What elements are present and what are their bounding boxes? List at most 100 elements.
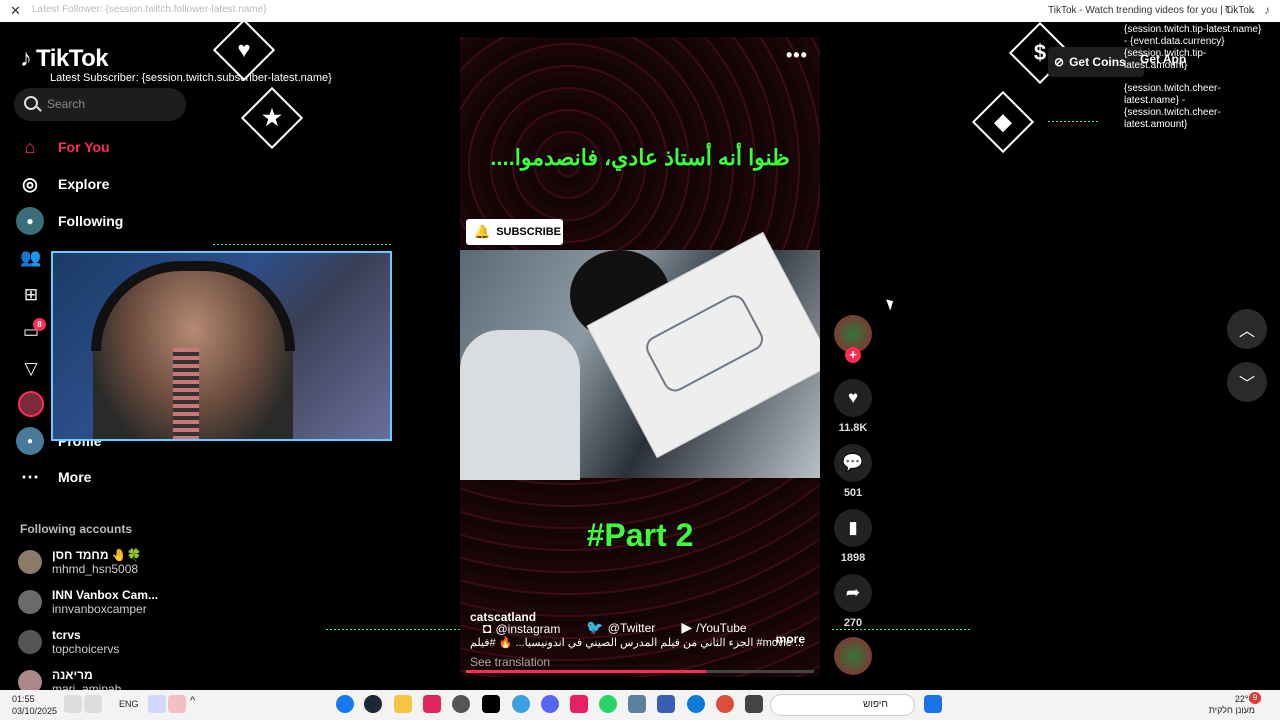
tiktok-taskbar-icon[interactable] xyxy=(482,695,500,713)
language-indicator[interactable]: ENG xyxy=(119,699,139,709)
live-avatar-icon[interactable] xyxy=(18,391,44,417)
taskbar-clock[interactable]: 01:55 03/10/2025 xyxy=(12,693,57,717)
account-name: INN Vanbox Cam... xyxy=(52,588,159,602)
video-player[interactable]: ظنوا أنه أستاذ عادي، فانصدموا.... #Part … xyxy=(460,37,820,677)
nav-for-you[interactable]: ⌂ For You xyxy=(16,133,110,161)
nav-explore[interactable]: ◎ Explore xyxy=(16,170,109,198)
coin-icon: ⊘ xyxy=(1054,55,1065,69)
see-translation-link[interactable]: See translation xyxy=(470,655,815,669)
following-accounts-header: Following accounts xyxy=(20,522,133,536)
app-icon[interactable] xyxy=(570,695,588,713)
chevron-up-tray-icon[interactable]: ^ xyxy=(190,695,208,713)
whatsapp-icon[interactable] xyxy=(599,695,617,713)
app-icon[interactable] xyxy=(512,695,530,713)
search-input[interactable]: Search xyxy=(14,88,186,121)
share-count: 270 xyxy=(843,617,863,629)
mic-tray-icon[interactable] xyxy=(148,695,166,713)
music-disc-avatar[interactable] xyxy=(834,637,872,675)
twitter-link: 🐦 @Twitter xyxy=(586,619,655,636)
account-name: tcrvs xyxy=(52,628,81,642)
windows-taskbar: 01:55 03/10/2025 ENG ^ חיפוש 22°C מעונן … xyxy=(0,690,1280,720)
nav-following[interactable]: ● Following xyxy=(16,207,123,235)
youtube-icon: ▶ xyxy=(681,619,693,635)
overlay-dotted-line xyxy=(832,629,972,630)
search-icon xyxy=(24,96,38,110)
subscribe-button[interactable]: 🔔 SUBSCRIBE xyxy=(466,219,563,245)
clock-date: 03/10/2025 xyxy=(12,706,58,716)
overlay-dotted-line xyxy=(213,244,391,245)
app-icon[interactable] xyxy=(745,695,763,713)
mouse-cursor-icon xyxy=(886,297,896,311)
comment-action[interactable]: 💬 501 xyxy=(834,444,872,499)
upload-icon[interactable]: ⊞ xyxy=(18,282,44,308)
following-account[interactable]: INN Vanbox Cam... innvanboxcamper xyxy=(18,588,158,616)
cheer-overlay-text: {session.twitch.cheer-latest.name} - {se… xyxy=(1124,83,1221,130)
following-avatar-icon: ● xyxy=(16,207,44,235)
close-tab-icon[interactable]: ✕ xyxy=(10,3,21,19)
follower-overlay-text: Latest Follower: {session.twitch.followe… xyxy=(32,4,267,15)
webcam-overlay xyxy=(51,251,392,441)
tiktok-logo[interactable]: ♪ TikTok xyxy=(20,45,109,73)
taskbar-search[interactable]: חיפוש xyxy=(770,694,915,716)
video-frame xyxy=(460,231,820,480)
caption-more-link[interactable]: more xyxy=(776,632,805,646)
edge-icon[interactable] xyxy=(687,695,705,713)
facebook-icon[interactable] xyxy=(336,695,354,713)
instagram-link: ◘ @instagram xyxy=(483,620,560,636)
bookmark-icon[interactable]: ▮ xyxy=(834,509,872,547)
follow-plus-icon[interactable]: + xyxy=(845,347,861,363)
subscribe-label: SUBSCRIBE xyxy=(496,226,561,238)
app-icon[interactable] xyxy=(423,695,441,713)
video-progress-bar[interactable] xyxy=(466,670,814,673)
save-action[interactable]: ▮ 1898 xyxy=(834,509,872,564)
nav-for-you-label: For You xyxy=(58,139,110,155)
inbox-badge: 8 xyxy=(33,318,46,331)
file-explorer-icon[interactable] xyxy=(394,695,412,713)
part-label: #Part 2 xyxy=(586,517,694,553)
steam-icon[interactable] xyxy=(364,695,382,713)
nav-more-label: More xyxy=(58,469,92,485)
like-action[interactable]: ♥ 11.8K xyxy=(834,379,872,434)
video-title-overlay: ظنوا أنه أستاذ عادي، فانصدموا.... xyxy=(490,145,790,170)
chrome-icon[interactable] xyxy=(716,695,734,713)
previous-video-button[interactable]: ︿ xyxy=(1227,309,1267,349)
weather-temp: 22°C xyxy=(1234,694,1255,704)
star-diamond-icon: ★ xyxy=(240,86,304,150)
app-icon[interactable] xyxy=(657,695,675,713)
instagram-label: @instagram xyxy=(495,621,561,636)
nav-following-label: Following xyxy=(58,213,124,229)
nav-more[interactable]: ⋯ More xyxy=(16,463,91,491)
heart-icon[interactable]: ♥ xyxy=(834,379,872,417)
share-icon[interactable]: ➦ xyxy=(834,574,872,612)
tip-overlay-text: {session.twitch.tip-latest.name} - {even… xyxy=(1124,24,1262,71)
security-tray-icon[interactable] xyxy=(168,695,186,713)
overlay-dotted-line xyxy=(1048,121,1100,122)
chevron-down-icon: ﹀ xyxy=(1238,376,1255,393)
share-action[interactable]: ➦ 270 xyxy=(834,574,872,629)
clock-time: 01:55 xyxy=(12,694,35,704)
windows-start-icon[interactable] xyxy=(924,695,942,713)
network-icon[interactable] xyxy=(64,695,82,713)
twitter-label: @Twitter xyxy=(607,621,656,635)
video-more-options-icon[interactable]: ••• xyxy=(786,45,808,66)
browser-top-bar: ✕ Latest Follower: {session.twitch.follo… xyxy=(0,0,1280,22)
caption-text: الجزء الثاني من فيلم المدرس الصيني في ان… xyxy=(470,637,805,649)
weather-widget[interactable]: 22°C מעונן חלקית xyxy=(1195,694,1255,716)
reload-icon[interactable]: ↻ xyxy=(1224,3,1234,17)
microphone-shape xyxy=(173,348,199,439)
forward-icon[interactable]: → xyxy=(1245,3,1257,17)
tiktok-note-icon: ♪ xyxy=(20,45,32,72)
obs-icon[interactable] xyxy=(452,695,470,713)
discord-icon[interactable] xyxy=(541,695,559,713)
friends-icon[interactable]: 👥 xyxy=(18,245,44,271)
calculator-icon[interactable] xyxy=(628,695,646,713)
comment-icon[interactable]: 💬 xyxy=(834,444,872,482)
following-account[interactable]: מחמד חסן 🤚🍀 mhmd_hsn5008 xyxy=(18,548,142,576)
account-username: innvanboxcamper xyxy=(52,602,147,616)
following-account[interactable]: tcrvs topchoicervs xyxy=(18,628,119,656)
gem-diamond-icon: ◆ xyxy=(971,90,1035,154)
activity-icon[interactable]: ▽ xyxy=(18,356,44,382)
volume-icon[interactable] xyxy=(84,695,102,713)
next-video-button[interactable]: ﹀ xyxy=(1227,362,1267,402)
video-progress-fill xyxy=(466,670,707,673)
